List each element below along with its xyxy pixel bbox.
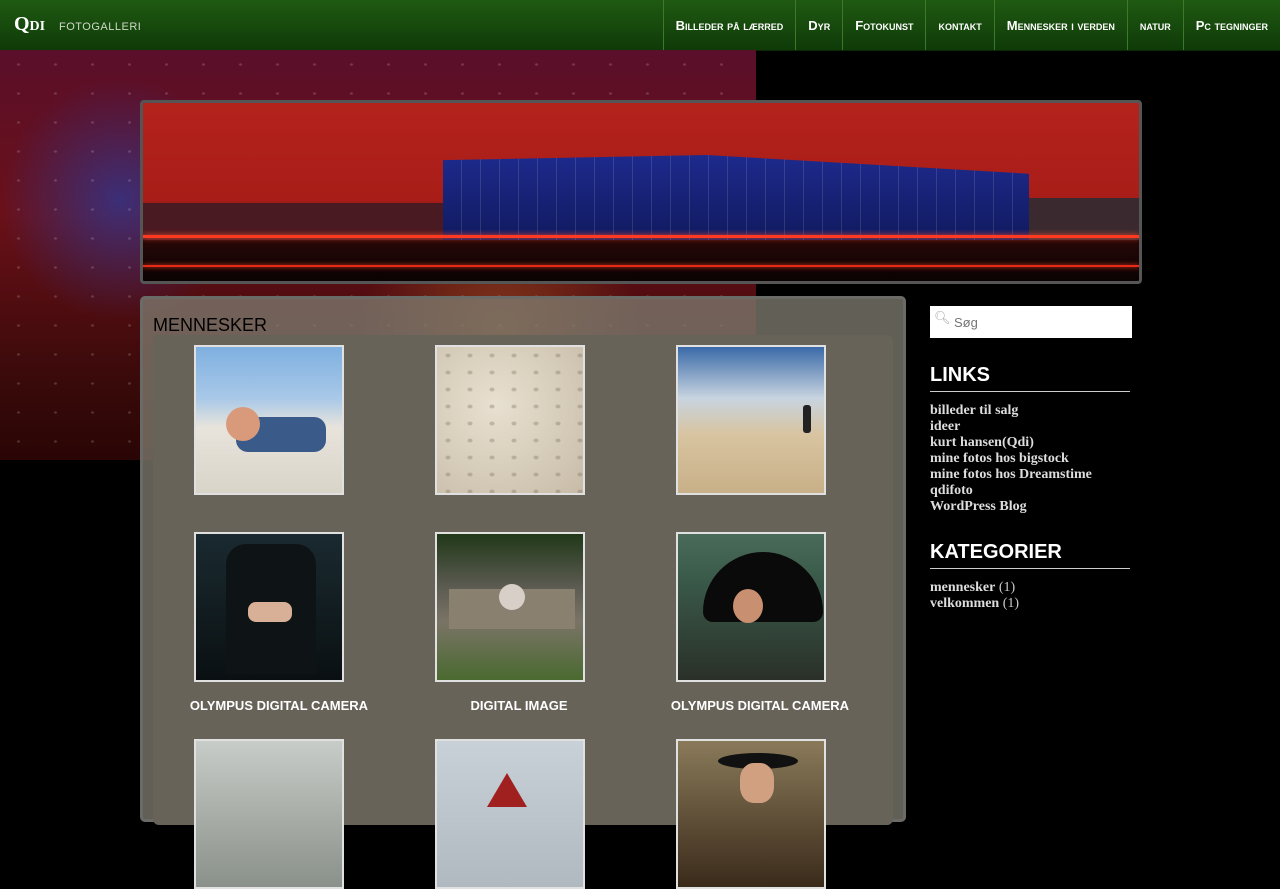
category-mennesker[interactable]: mennesker [930, 580, 995, 595]
list-item: velkommen (1) [930, 596, 1150, 612]
nav-item-billeder-paa-laerred[interactable]: Billeder på lærred [662, 0, 796, 50]
list-item: WordPress Blog [930, 499, 1150, 515]
content-panel: MENNESKER OLYMPUS DIGITAL CAMERA DIGITAL… [140, 296, 906, 889]
list-item: mine fotos hos bigstock [930, 451, 1150, 467]
list-item: ideer [930, 419, 1150, 435]
links-widget-title: LINKS [930, 364, 1130, 392]
gallery-caption[interactable]: OLYMPUS DIGITAL CAMERA [640, 698, 880, 713]
search-box: 🔍︎ [930, 306, 1132, 338]
banner-right-building [1029, 198, 1139, 240]
nav-item-dyr[interactable]: Dyr [795, 0, 842, 50]
thumb-figure [499, 584, 525, 610]
gallery-thumb[interactable] [435, 532, 585, 682]
link-qdifoto[interactable]: qdifoto [930, 483, 973, 498]
thumb-figure [803, 405, 811, 433]
thumb-figure [733, 589, 763, 623]
thumb-figure [703, 552, 823, 622]
gallery-thumb[interactable] [676, 739, 826, 889]
thumb-figure [740, 763, 774, 803]
header-banner-image [140, 100, 1142, 284]
gallery-thumb[interactable] [435, 739, 585, 889]
gallery-caption[interactable]: OLYMPUS DIGITAL CAMERA [159, 698, 399, 713]
nav-item-pc-tegninger[interactable]: Pc tegninger [1182, 0, 1280, 50]
thumb-figure [487, 773, 527, 807]
links-list: billeder til salg ideer kurt hansen(Qdi)… [930, 403, 1150, 515]
link-bigstock[interactable]: mine fotos hos bigstock [930, 451, 1069, 466]
banner-building [443, 155, 1029, 240]
search-input[interactable] [952, 309, 1126, 335]
nav-item-mennesker-i-verden[interactable]: Mennesker i verden [993, 0, 1127, 50]
list-item: mennesker (1) [930, 580, 1150, 596]
link-wordpress-blog[interactable]: WordPress Blog [930, 499, 1027, 514]
nav-item-kontakt[interactable]: kontakt [925, 0, 993, 50]
category-count: (1) [1002, 596, 1020, 611]
page-title: MENNESKER [153, 315, 268, 335]
category-velkommen[interactable]: velkommen [930, 596, 999, 611]
gallery-thumb[interactable] [676, 345, 826, 495]
categories-widget-title: KATEGORIER [930, 541, 1130, 569]
list-item: billeder til salg [930, 403, 1150, 419]
gallery-caption[interactable]: DIGITAL IMAGE [399, 698, 639, 713]
category-count: (1) [998, 580, 1016, 595]
gallery: OLYMPUS DIGITAL CAMERA DIGITAL IMAGE OLY… [153, 335, 893, 889]
list-item: mine fotos hos Dreamstime [930, 467, 1150, 483]
gallery-thumb[interactable] [194, 532, 344, 682]
link-dreamstime[interactable]: mine fotos hos Dreamstime [930, 467, 1092, 482]
search-icon: 🔍︎ [934, 310, 951, 325]
link-billeder-til-salg[interactable]: billeder til salg [930, 403, 1018, 418]
top-bar: Qdi FOTOGALLERI Billeder på lærred Dyr F… [0, 0, 1280, 51]
banner-light-streak [143, 235, 1139, 238]
link-kurt-hansen[interactable]: kurt hansen(Qdi) [930, 435, 1034, 450]
nav-item-fotokunst[interactable]: Fotokunst [842, 0, 925, 50]
gallery-thumb[interactable] [194, 739, 344, 889]
nav-item-natur[interactable]: natur [1126, 0, 1183, 50]
site-brand[interactable]: Qdi [14, 13, 45, 36]
gallery-thumb[interactable] [676, 532, 826, 682]
categories-list: mennesker (1) velkommen (1) [930, 580, 1150, 612]
banner-light-streak [143, 265, 1139, 267]
gallery-thumb[interactable] [194, 345, 344, 495]
gallery-thumb[interactable] [435, 345, 585, 495]
site-tagline: FOTOGALLERI [59, 21, 142, 33]
list-item: kurt hansen(Qdi) [930, 435, 1150, 451]
thumb-figure [248, 602, 292, 622]
list-item: qdifoto [930, 483, 1150, 499]
main-nav: Billeder på lærred Dyr Fotokunst kontakt… [662, 0, 1280, 50]
thumb-figure [226, 407, 260, 441]
link-ideer[interactable]: ideer [930, 419, 960, 434]
